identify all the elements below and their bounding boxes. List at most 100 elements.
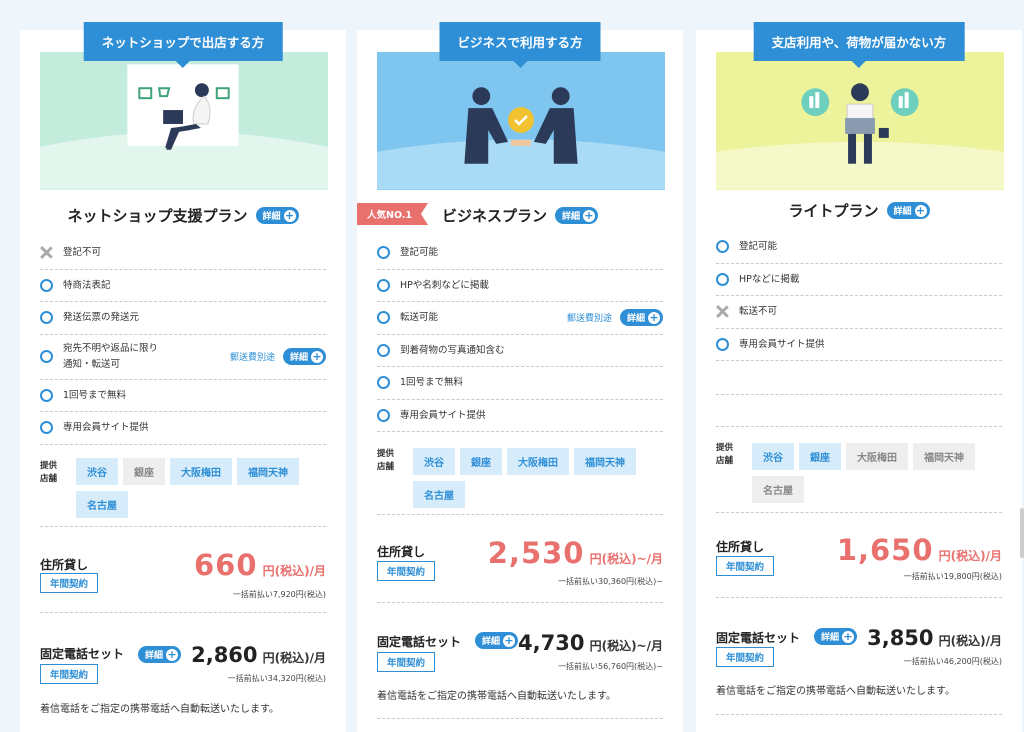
phone-price: 3,850 円(税込)/月 [867,626,1002,650]
circle-icon [377,376,390,390]
store-chip: 渋谷 [76,458,118,485]
man-laptop-illustration [716,83,1004,190]
address-prepay-note: 一括前払い19,800円(税込) [903,572,1002,581]
plus-icon: + [583,208,596,222]
circle-icon [377,343,390,357]
circle-icon [40,388,53,402]
plan-name: ライトプラン [788,202,879,220]
plan-card-netshop: ネットショップで出店する方 ネットショップ支援プラン 詳細 + 登記不可 特商法表… [20,22,346,732]
light-illustration [716,52,1004,190]
plan-detail-button[interactable]: 詳細 + [555,207,599,224]
plus-icon: + [283,208,296,222]
plan-audience-tag: 支店利用や、荷物が届かない方 [753,22,965,68]
store-chip: 名古屋 [76,491,128,518]
feature-row: 登記可能 [716,231,1002,264]
store-list: 渋谷 銀座 大阪梅田 福岡天神 名古屋 [413,448,653,508]
circle-icon [40,350,53,363]
divider [40,612,326,613]
plus-icon: + [166,647,179,661]
phone-detail-button[interactable]: 詳細 + [814,628,858,645]
woman-laptop-illustration [40,64,328,190]
feature-detail-button[interactable]: 詳細 + [282,348,326,365]
store-chip: 福岡天神 [237,458,299,485]
plan-audience-tag: ネットショップで出店する方 [83,22,283,68]
divider [377,602,663,603]
circle-icon [716,272,729,286]
divider [716,512,1002,513]
feature-row: HPなどに掲載 [716,264,1002,296]
circle-icon [40,278,53,292]
divider [377,718,663,719]
feature-row: 転送不可 [716,296,1002,329]
annual-contract-badge: 年間契約 [40,664,99,684]
feature-row: 特商法表記 [40,270,326,302]
address-price: 1,650 円(税込)/月 [836,533,1002,567]
feature-row: HPや名刺などに掲載 [377,270,663,302]
phone-price: 4,730 円(税込)~/月 [518,631,663,655]
divider [716,394,1002,395]
plan-name: ビジネスプラン [441,207,547,225]
phone-label: 固定電話セット [716,631,801,645]
divider [716,597,1002,598]
store-chip: 大阪梅田 [507,448,569,475]
circle-icon [377,311,390,325]
store-chip: 大阪梅田 [170,458,232,485]
store-chip: 銀座 [799,443,841,470]
stores-label: 提供 店舗 [716,443,734,467]
divider [377,514,663,515]
annual-contract-badge: 年間契約 [40,573,99,593]
scrollbar[interactable] [1020,508,1024,558]
plus-icon: + [648,310,660,324]
store-chip: 渋谷 [413,448,455,475]
phone-price: 2,860 円(税込)/月 [191,643,326,667]
feature-row: 宛先不明や返品に限り 通知・転送可 郵送費別途 詳細 + [40,335,326,380]
plan-audience-tag: ビジネスで利用する方 [439,22,601,68]
divider [40,526,326,527]
divider [716,714,1002,715]
address-label: 住所貸し [716,540,765,554]
plus-icon: + [914,203,927,217]
phone-description: 着信電話をご指定の携帯電話へ自動転送いたします。 [716,686,955,697]
circle-icon [40,421,53,435]
annual-contract-badge: 年間契約 [716,647,775,667]
circle-icon [716,240,729,254]
circle-icon [377,278,390,292]
phone-description: 着信電話をご指定の携帯電話へ自動転送いたします。 [40,704,279,715]
stores-label: 提供 店舗 [377,449,395,473]
circle-icon [377,408,390,422]
feature-detail-button[interactable]: 詳細 + [619,309,663,327]
plan-title-row: ライトプラン 詳細 + [696,200,1022,221]
feature-row: 発送伝票の発送元 [40,302,326,335]
circle-icon [716,337,729,351]
cross-icon [40,246,53,259]
shipping-fee-note: 郵送費別途 [229,353,275,363]
store-chip: 名古屋 [413,481,465,508]
phone-prepay-note: 一括前払い34,320円(税込) [227,674,326,683]
plus-icon: + [842,629,855,643]
feature-row: 専用会員サイト提供 [716,329,1002,361]
feature-row: 登記不可 [40,237,326,270]
feature-row: 1回号まで無料 [377,367,663,400]
annual-contract-badge: 年間契約 [377,561,436,581]
plan-card-light: 支店利用や、荷物が届かない方 ライトプラン 詳細 + 登記可能 HPなどに掲載 転… [696,22,1022,732]
stores-label: 提供 店舗 [40,461,58,485]
divider [716,426,1002,427]
annual-contract-badge: 年間契約 [377,652,436,672]
store-chip: 福岡天神 [574,448,636,475]
plan-detail-button[interactable]: 詳細 + [255,207,299,224]
plus-icon: + [503,633,516,647]
address-price: 2,530 円(税込)~/月 [487,536,663,570]
netshop-illustration [40,52,328,190]
handshake-illustration [377,87,665,190]
annual-contract-badge: 年間契約 [716,556,775,576]
store-chip: 福岡天神 [913,443,975,470]
address-label: 住所貸し [40,558,89,572]
cross-icon [716,305,729,318]
feature-row: 専用会員サイト提供 [40,412,326,445]
phone-detail-button[interactable]: 詳細 + [138,646,182,663]
plan-detail-button[interactable]: 詳細 + [886,202,930,219]
feature-row: 専用会員サイト提供 [377,400,663,432]
address-price: 660 円(税込)/月 [194,548,326,582]
store-list: 渋谷 銀座 大阪梅田 福岡天神 名古屋 [752,443,992,503]
phone-detail-button[interactable]: 詳細 + [475,632,519,649]
